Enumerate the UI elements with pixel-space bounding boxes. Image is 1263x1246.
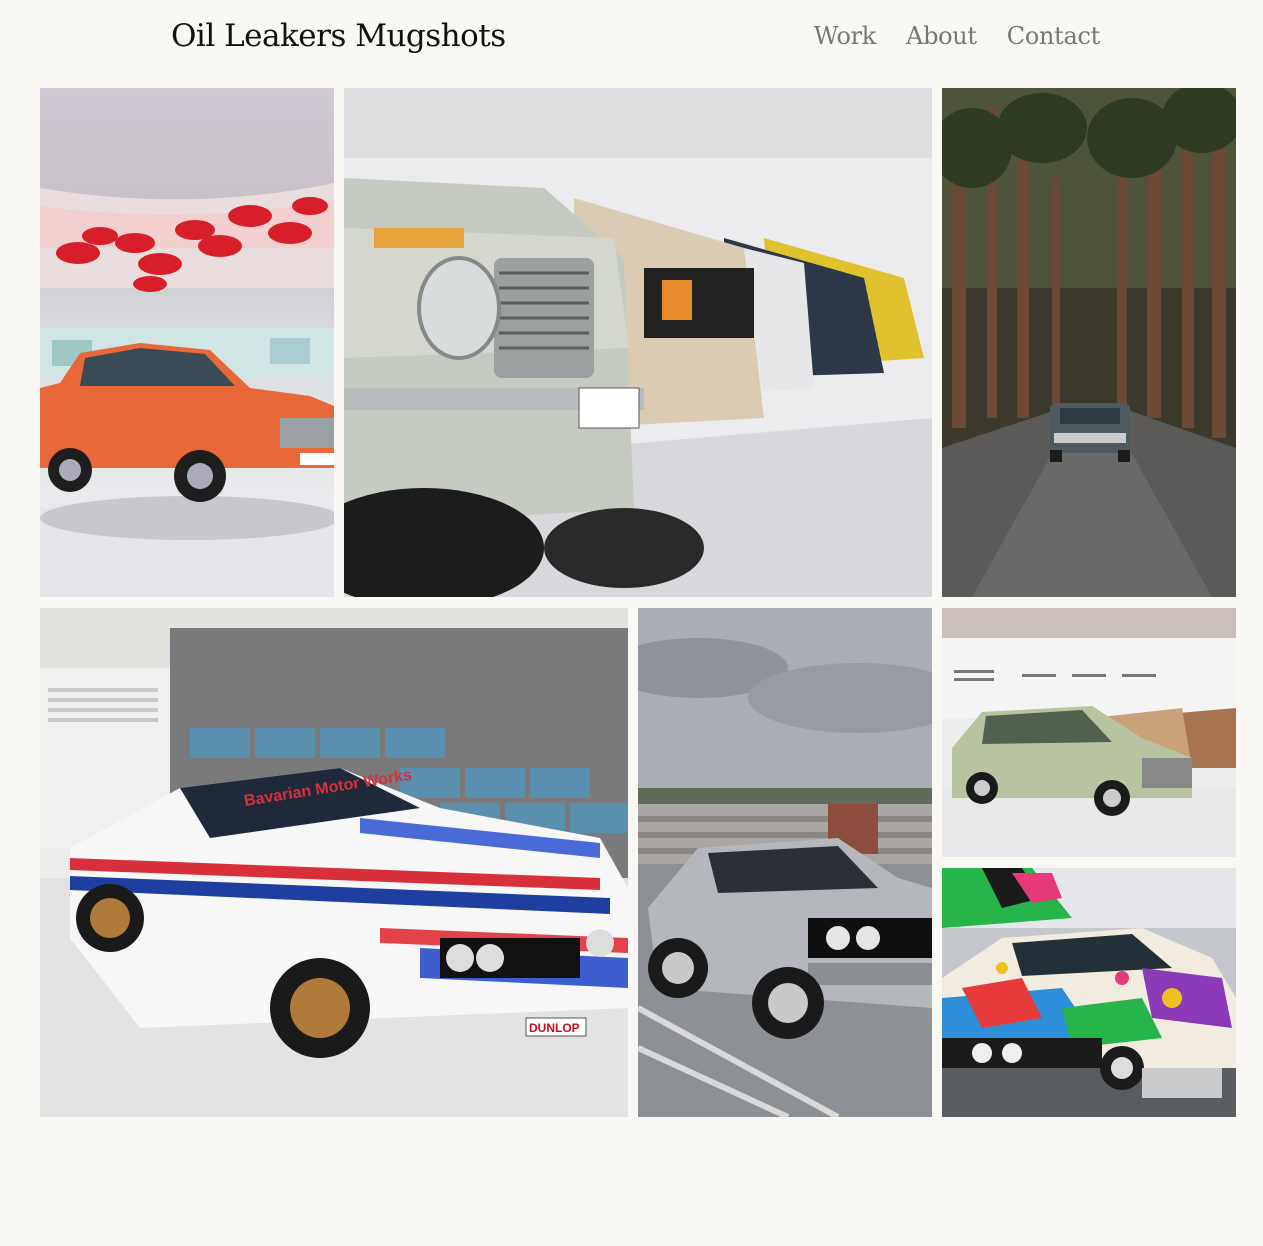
forest-road-image [942,88,1236,597]
main-nav: Work About Contact [814,22,1101,50]
gallery-photo-parking-coupe[interactable] [638,608,932,1117]
site-title-link[interactable]: Oil Leakers Mugshots [171,18,506,54]
orange-coupe-image [40,88,334,597]
nav-contact-link[interactable]: Contact [1007,22,1101,50]
art-car-image [942,868,1236,1117]
gallery-photo-race-car[interactable]: Bavarian Motor Works DUNLOP [40,608,628,1117]
gallery-photo-art-car[interactable] [942,868,1236,1117]
gallery-photo-forest-road[interactable] [942,88,1236,597]
site-header: Oil Leakers Mugshots Work About Contact [0,0,1263,80]
gallery-photo-green-sedan[interactable] [942,608,1236,857]
race-car-image: Bavarian Motor Works DUNLOP [40,608,628,1117]
green-sedan-image [942,608,1236,857]
nav-about-link[interactable]: About [906,22,977,50]
race-car-sponsor-text: DUNLOP [529,1021,580,1035]
car-row-image [344,88,932,597]
parking-coupe-image [638,608,932,1117]
gallery-photo-orange-coupe[interactable] [40,88,334,597]
nav-work-link[interactable]: Work [814,22,877,50]
gallery-photo-car-row[interactable] [344,88,932,597]
